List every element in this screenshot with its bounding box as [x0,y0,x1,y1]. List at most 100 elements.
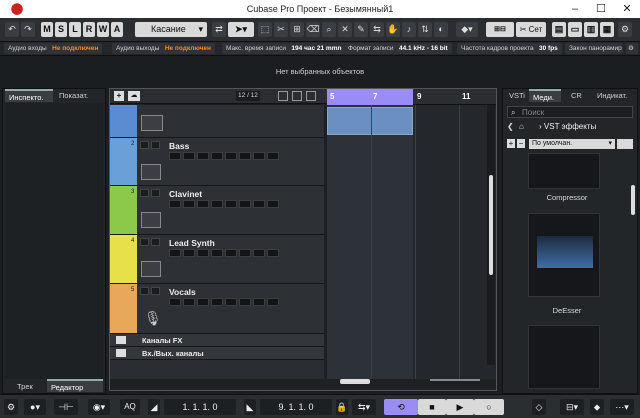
horizontal-scrollbar[interactable] [340,379,370,384]
automation-mode-select[interactable]: Касание ▾ [135,22,207,37]
tempo-icon[interactable]: ◇ [532,399,546,415]
mute-solo-buttons[interactable] [140,189,164,197]
punch-icon[interactable]: ⊣⊢ [54,399,78,415]
breadcrumb[interactable]: › VST эффекты [539,122,629,132]
track-row[interactable] [110,105,324,138]
cloud-icon[interactable]: ☁ [128,91,140,101]
add-track-icon[interactable]: + [114,91,124,101]
erase-tool-icon[interactable]: ⌫ [306,22,320,37]
back-icon[interactable]: ❮ [507,122,515,132]
midi-event[interactable] [327,107,413,135]
tab-control-room[interactable]: CR [567,89,587,102]
record-button[interactable]: ○ [474,399,504,415]
track-controls[interactable] [169,249,281,257]
home-icon[interactable]: ⌂ [519,122,529,132]
plugin-thumb[interactable] [528,213,600,297]
mute-solo-buttons[interactable] [140,287,164,295]
mute-tool-icon[interactable]: ✕ [338,22,352,37]
track-row[interactable]: 4 Lead Synth [110,235,324,284]
folder-track-io[interactable]: Вх./Вых. каналы [110,347,324,360]
minimize-icon[interactable]: – [562,0,588,18]
plugin-label[interactable]: DeEsser [503,306,631,315]
left-zone-toggle-icon[interactable]: ▤ [552,22,566,37]
plugin-thumb[interactable] [528,325,600,389]
play-button[interactable]: ▶ [446,399,474,415]
plugin-thumb[interactable] [528,153,600,189]
metronome-icon[interactable]: ◉▾ [88,399,110,415]
right-locator[interactable]: 9. 1. 1. 0 [260,399,332,415]
audio-outputs-status[interactable]: Аудио выходы Не подключен [112,43,215,54]
track-name[interactable]: Bass [169,141,189,151]
track-name[interactable]: Clavinet [169,189,202,199]
max-record-time[interactable]: Макс. время записи 194 час 21 mmn [222,43,346,54]
right-zone-toggle-icon[interactable]: ▥ [584,22,598,37]
a-mode-button[interactable]: A [111,22,123,37]
vertical-scrollbar[interactable] [487,105,495,365]
search-input[interactable]: ⌕ Поиск [507,106,633,118]
range-tool-icon[interactable]: ⬚ [258,22,272,37]
right-locator-icon[interactable]: ◣ [244,399,256,415]
draw-tool-icon[interactable]: ✎ [354,22,368,37]
mute-solo-buttons[interactable] [140,141,164,149]
lock-icon[interactable]: 🔒 [336,399,348,415]
remove-icon[interactable]: − [517,139,525,148]
lower-zone-toggle-icon[interactable]: ▭ [568,22,582,37]
cycle-button[interactable]: ⟲ [384,399,418,415]
tab-media[interactable]: Меди. [529,89,561,102]
tab-editor[interactable]: Редактор [47,379,103,392]
infoline-settings-icon[interactable]: ⚙ [626,43,638,54]
browser-scrollbar-thumb[interactable] [631,185,635,215]
mute-solo-buttons[interactable] [140,238,164,246]
mute-mode-button[interactable]: M [41,22,53,37]
track-controls[interactable] [169,200,281,208]
record-mode-icon[interactable]: ●▾ [24,399,46,415]
snap-grid-icon[interactable]: ⊞⊟ [486,22,514,37]
automation-icon[interactable]: ⇄ [212,22,226,37]
maximize-icon[interactable]: ☐ [588,0,614,18]
glue-tool-icon[interactable]: ⊞ [290,22,304,37]
record-format[interactable]: Формат записи 44.1 kHz - 16 bit [344,43,452,54]
window-layout-icon[interactable]: ▦ [600,22,614,37]
time-warp-icon[interactable]: ⇆ [370,22,384,37]
write-mode-button[interactable]: W [97,22,109,37]
speaker-select-icon[interactable]: ◆▾ [456,22,478,37]
tab-track[interactable]: Трек [13,380,43,393]
ruler[interactable]: 5 7 9 11 [327,89,496,105]
close-icon[interactable]: ✕ [614,0,640,18]
listen-mode-button[interactable]: L [69,22,81,37]
sort-select[interactable]: По умолчан. ▾ [529,139,615,149]
redo-icon[interactable]: ↷ [21,22,35,37]
color-tool-icon[interactable]: ◐ [434,22,448,37]
project-framerate[interactable]: Частота кадров проекта 30 fps [457,43,562,54]
cycle-select-icon[interactable]: ⇆▾ [352,399,376,415]
pan-law[interactable]: Закон панорамир [565,43,623,54]
track-row[interactable]: 5 Vocals 🎙 [110,284,324,334]
event-display[interactable]: 5 7 9 11 [327,89,496,379]
tab-inspector[interactable]: Инспекто. [5,89,53,102]
transport-menu-icon[interactable]: ⋯▾ [610,399,634,415]
sync-icon[interactable]: ⊟▾ [560,399,584,415]
add-icon[interactable]: + [507,139,515,148]
settings-gear-icon[interactable]: ⚙ [618,22,632,37]
left-locator[interactable]: 1. 1. 1. 0 [164,399,236,415]
read-mode-button[interactable]: R [83,22,95,37]
track-visibility-icon[interactable] [278,91,288,101]
select-tool-button[interactable]: ➤▾ [228,22,254,37]
solo-mode-button[interactable]: S [55,22,67,37]
plugin-label[interactable]: Compressor [503,193,631,202]
auto-quantize-button[interactable]: AQ [120,399,140,415]
marker-icon[interactable]: ⬥ [590,399,604,415]
track-controls[interactable] [169,298,281,306]
audio-inputs-status[interactable]: Аудио входы Не подключен [4,43,103,54]
split-tool-icon[interactable]: ✂ [274,22,288,37]
tab-visibility[interactable]: Показат. [55,89,101,102]
undo-icon[interactable]: ↶ [5,22,19,37]
track-name[interactable]: Lead Synth [169,238,215,248]
scrollbar-thumb[interactable] [489,175,493,275]
zoom-slider[interactable] [430,379,480,381]
stop-button[interactable]: ■ [418,399,446,415]
folder-icon[interactable] [292,91,302,101]
tab-meter[interactable]: Индикат. [593,89,637,102]
settings-icon[interactable] [306,91,316,101]
track-name[interactable]: Vocals [169,287,196,297]
